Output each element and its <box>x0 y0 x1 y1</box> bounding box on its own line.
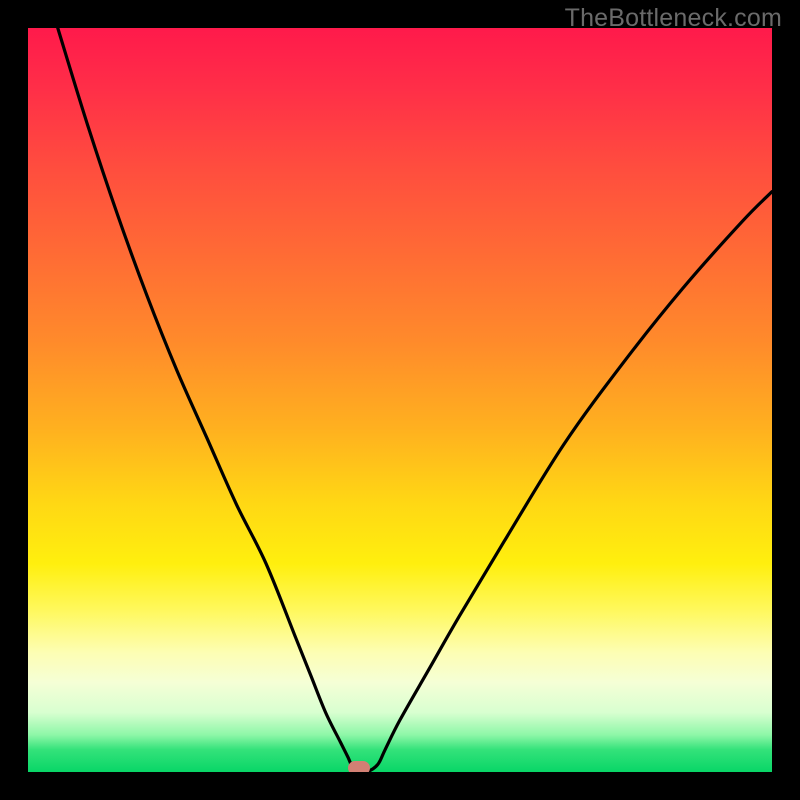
curve-svg <box>28 28 772 772</box>
plot-area <box>28 28 772 772</box>
minimum-marker <box>348 761 370 772</box>
watermark-text: TheBottleneck.com <box>565 4 782 33</box>
bottleneck-curve <box>58 28 772 772</box>
chart-frame: TheBottleneck.com <box>0 0 800 800</box>
